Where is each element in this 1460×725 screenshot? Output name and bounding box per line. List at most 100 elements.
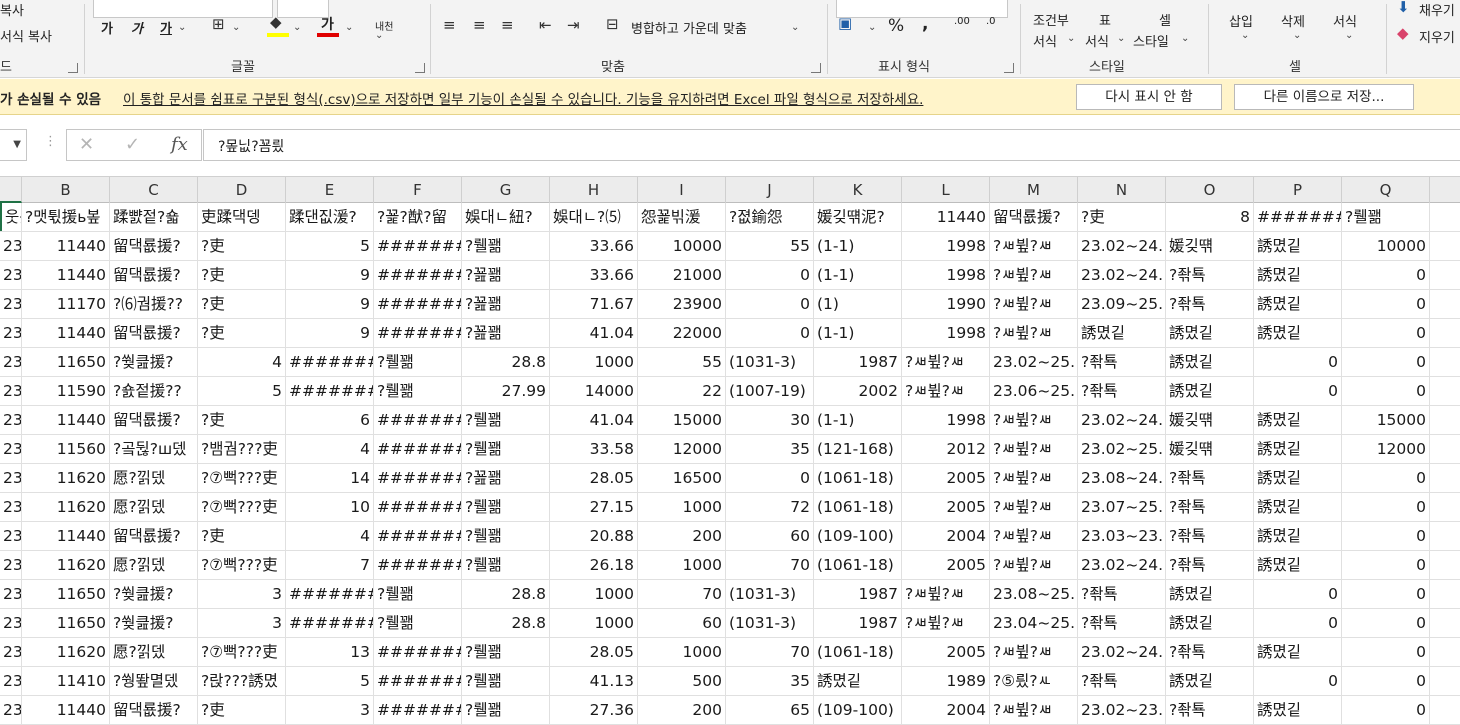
fill-button[interactable]: 채우기 (1419, 0, 1455, 19)
table-cell[interactable]: 27.15 (550, 493, 638, 521)
table-cell[interactable]: 蹂댄짒湲? (286, 203, 374, 231)
table-cell[interactable]: 0 (1342, 290, 1430, 318)
table-cell[interactable]: 留댁룞援? (990, 203, 1078, 231)
table-cell[interactable]: (1061-18) (814, 493, 902, 521)
table-cell[interactable]: 41.13 (550, 667, 638, 695)
insert-dropdown-icon[interactable]: ⌄ (1241, 30, 1249, 41)
table-cell[interactable]: 23.02~24. (1078, 232, 1166, 260)
table-cell[interactable]: ####### (286, 348, 374, 376)
borders-dropdown-icon[interactable]: ⌄ (232, 22, 240, 33)
table-cell[interactable]: ?뤨꽮 (462, 667, 550, 695)
merge-center-icon[interactable]: ⊟ (606, 15, 619, 33)
table-cell[interactable]: 23.04~25. (990, 609, 1078, 637)
table-cell[interactable]: 5 (286, 667, 374, 695)
table-cell[interactable]: ?좎툑 (1166, 522, 1254, 550)
table-cell[interactable]: ?뤨꽮 (374, 348, 462, 376)
table-cell[interactable]: 2005 (902, 493, 990, 521)
table-cell[interactable]: 70 (726, 638, 814, 666)
table-cell[interactable]: 媛깆떆泥? (814, 203, 902, 231)
table-cell[interactable]: ?吏 (198, 232, 286, 260)
table-cell[interactable]: (1061-18) (814, 464, 902, 492)
table-cell[interactable]: 2005 (902, 464, 990, 492)
table-cell[interactable]: ?ㅽ뷮?ㅽ (990, 232, 1078, 260)
format-as-table-dropdown-icon[interactable]: ⌄ (1117, 33, 1125, 44)
table-cell[interactable]: 4 (286, 435, 374, 463)
table-cell[interactable]: 11440 (22, 696, 110, 724)
table-cell[interactable]: 23 (0, 609, 22, 637)
table-cell[interactable]: ?꾪꽮 (462, 319, 550, 347)
table-cell[interactable]: 1000 (550, 609, 638, 637)
table-cell[interactable]: 愿?낅뎄 (110, 551, 198, 579)
table-cell[interactable]: ####### (374, 696, 462, 724)
table-cell[interactable]: ?좎툑 (1166, 290, 1254, 318)
table-cell[interactable]: 0 (1342, 261, 1430, 289)
table-cell[interactable]: (1007-19) (726, 377, 814, 405)
table-cell[interactable]: 留댁룞援? (110, 232, 198, 260)
table-cell[interactable]: 10 (286, 493, 374, 521)
table-cell[interactable]: 3 (198, 609, 286, 637)
table-cell[interactable]: 9 (286, 290, 374, 318)
format-button[interactable]: 서식 (1333, 11, 1357, 30)
column-header-h[interactable]: H (550, 177, 638, 203)
table-cell[interactable]: 0 (1254, 348, 1342, 376)
table-cell[interactable]: ?쒖큺援? (110, 580, 198, 608)
enter-icon[interactable]: ✓ (125, 134, 140, 155)
alignment-launcher-icon[interactable] (811, 63, 821, 73)
align-left-icon[interactable]: ≡ (443, 16, 456, 34)
table-cell[interactable]: 23 (0, 580, 22, 608)
table-cell[interactable]: ?맷튃援ь봎 (22, 203, 110, 231)
table-cell[interactable]: 23.02~24. (1078, 261, 1166, 289)
table-cell[interactable]: 0 (1342, 377, 1430, 405)
table-cell[interactable]: 16500 (638, 464, 726, 492)
table-cell[interactable]: (1031-3) (726, 580, 814, 608)
table-cell[interactable]: 愿?낅뎄 (110, 464, 198, 492)
table-cell[interactable]: 0 (1342, 667, 1430, 695)
table-cell[interactable]: ?ㅽ뷮?ㅽ (902, 609, 990, 637)
table-cell[interactable]: 娛대ㄴ紐? (462, 203, 550, 231)
table-cell[interactable]: 28.05 (550, 464, 638, 492)
table-cell[interactable]: 23 (0, 232, 22, 260)
table-cell[interactable]: 71.67 (550, 290, 638, 318)
table-cell[interactable]: 0 (726, 261, 814, 289)
table-cell[interactable]: ?좎툑 (1166, 464, 1254, 492)
table-cell[interactable]: ?ㅽ뷮?ㅽ (990, 522, 1078, 550)
format-as-table-button[interactable]: 표 (1099, 10, 1111, 29)
phonetic-dropdown-icon[interactable]: ⌄ (375, 30, 383, 41)
table-cell[interactable]: ?좎툑 (1166, 551, 1254, 579)
table-cell[interactable]: 14 (286, 464, 374, 492)
table-cell[interactable]: ?ㅽ뷮?ㅽ (990, 638, 1078, 666)
cell-styles-dropdown-icon[interactable]: ⌄ (1181, 33, 1189, 44)
formula-input[interactable]: ?뫂닚?꾬릤 (203, 129, 1460, 161)
table-cell[interactable]: ?꾪꽮 (462, 290, 550, 318)
table-cell[interactable]: 23 (0, 406, 22, 434)
table-cell[interactable]: 15000 (638, 406, 726, 434)
table-cell[interactable]: 2012 (902, 435, 990, 463)
table-cell[interactable]: (1-1) (814, 406, 902, 434)
table-cell[interactable]: ?꾪꽮 (462, 261, 550, 289)
worksheet-grid[interactable]: 웃릤?맷튃援ь봎蹂뺤젙?숇吏蹂댁뎅蹂댄짒湲??꾩?猷?留娛대ㄴ紐?娛대ㄴ?⑸怨꾩… (0, 203, 1460, 725)
column-header-d[interactable]: D (198, 177, 286, 203)
font-color-button[interactable]: 가 (321, 14, 334, 34)
table-cell[interactable]: ?좎툑 (1166, 638, 1254, 666)
table-cell[interactable]: ?숈젙援?? (110, 377, 198, 405)
table-cell[interactable]: 愿?낅뎄 (110, 493, 198, 521)
clipboard-launcher-icon[interactable] (68, 63, 78, 73)
table-cell[interactable]: ?곸뒪?ш뎄 (110, 435, 198, 463)
table-cell[interactable]: 1987 (814, 580, 902, 608)
table-cell[interactable]: ?⑦뻑???吏 (198, 464, 286, 492)
table-cell[interactable]: 23 (0, 638, 22, 666)
table-cell[interactable]: 200 (638, 522, 726, 550)
table-cell[interactable]: 9 (286, 319, 374, 347)
table-cell[interactable]: (1031-3) (726, 348, 814, 376)
table-cell[interactable]: 11440 (22, 319, 110, 347)
conditional-format-button-line2[interactable]: 서식 (1033, 31, 1057, 50)
table-cell[interactable]: ?ㅽ뷮?ㅽ (990, 319, 1078, 347)
increase-decimal-button[interactable]: .00 (954, 16, 970, 27)
merge-dropdown-icon[interactable]: ⌄ (791, 22, 799, 33)
table-cell[interactable]: 11620 (22, 638, 110, 666)
table-cell[interactable]: 0 (1342, 348, 1430, 376)
table-cell[interactable]: ####### (374, 493, 462, 521)
format-dropdown-icon[interactable]: ⌄ (1345, 30, 1353, 41)
table-cell[interactable]: 誘몄깉 (1254, 290, 1342, 318)
table-cell[interactable]: ?뤨꽮 (462, 406, 550, 434)
